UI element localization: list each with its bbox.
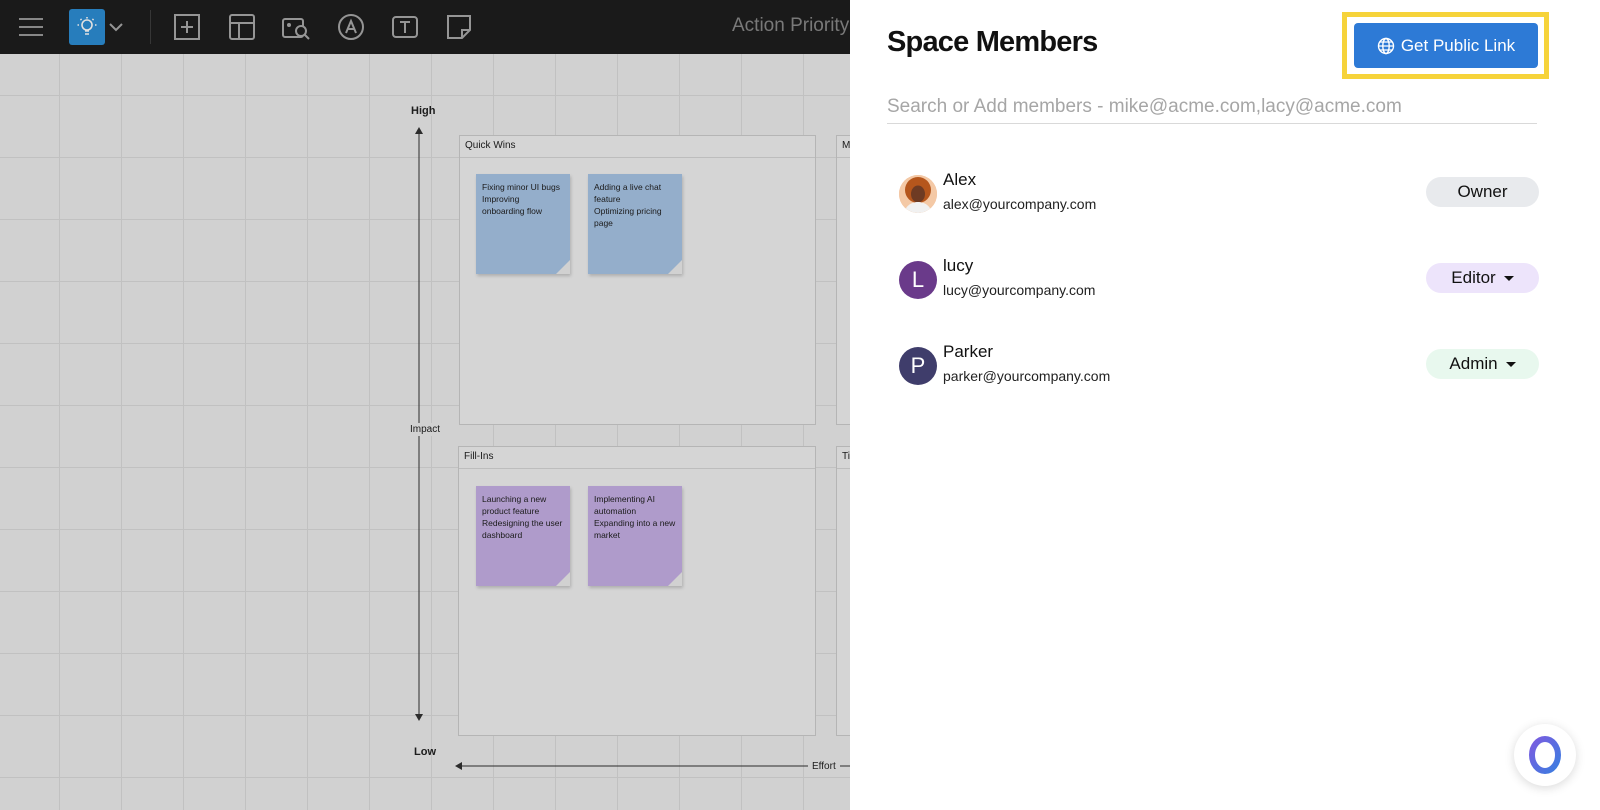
sticky-text: Launching a new xyxy=(482,494,547,504)
sticky-note[interactable]: Adding a live chat feature Optimizing pr… xyxy=(588,174,682,274)
frame-major-projects[interactable]: M xyxy=(836,135,850,425)
role-label: Owner xyxy=(1457,182,1508,201)
sticky-note[interactable]: Fixing minor UI bugs Improving onboardin… xyxy=(476,174,570,274)
sticky-note[interactable]: Launching a new product feature Redesign… xyxy=(476,486,570,586)
member-search-input[interactable] xyxy=(887,90,1537,124)
avatar-initial: P xyxy=(910,353,926,378)
text-icon[interactable] xyxy=(387,9,423,45)
frame-title: Fill-Ins xyxy=(459,447,815,469)
sticky-text: automation xyxy=(594,506,637,516)
sticky-fold xyxy=(556,260,570,274)
avatar: P xyxy=(899,347,937,385)
sticky-note-icon[interactable] xyxy=(441,9,477,45)
sticky-text: onboarding flow xyxy=(482,206,543,216)
menu-icon[interactable] xyxy=(13,9,49,45)
sticky-text: dashboard xyxy=(482,530,523,540)
whiteboard-canvas[interactable]: High Low Impact Effort Quick Wins M Fill… xyxy=(0,54,850,810)
lightbulb-icon[interactable] xyxy=(69,9,105,45)
get-public-link-label: Get Public Link xyxy=(1400,35,1516,55)
frame-title: M xyxy=(837,136,850,158)
space-members-panel: Space Members Get Public Link Alex alex@… xyxy=(850,0,1600,810)
member-email: alex@yourcompany.com xyxy=(943,196,1097,212)
axis-impact-label: Impact xyxy=(406,423,445,436)
chat-widget-button[interactable] xyxy=(1514,724,1576,786)
add-frame-icon[interactable] xyxy=(169,9,205,45)
get-public-link-button[interactable]: Get Public Link xyxy=(1354,23,1538,68)
effort-axis xyxy=(455,762,850,770)
sticky-text: Optimizing pricing xyxy=(594,206,662,216)
sticky-fold xyxy=(668,572,682,586)
sticky-text: Implementing AI xyxy=(594,494,655,504)
sticky-text: feature xyxy=(594,194,621,204)
frame-time-wasters[interactable]: Ti xyxy=(836,446,850,736)
sticky-text: Expanding into a new xyxy=(594,518,676,528)
template-icon[interactable] xyxy=(224,9,260,45)
avatar-initial: L xyxy=(911,267,925,292)
board-title[interactable]: Action Priority xyxy=(732,15,849,37)
member-name: lucy xyxy=(943,256,974,275)
sticky-text: market xyxy=(594,530,620,540)
avatar xyxy=(899,175,937,213)
member-name: Parker xyxy=(943,342,994,361)
chat-logo-icon xyxy=(1529,736,1561,774)
sticky-text: product feature xyxy=(482,506,540,516)
panel-title: Space Members xyxy=(887,26,1098,58)
role-label: Admin xyxy=(1449,354,1498,373)
sticky-text: page xyxy=(594,218,613,228)
avatar: L xyxy=(899,261,937,299)
sticky-note[interactable]: Implementing AI automation Expanding int… xyxy=(588,486,682,586)
canvas-toolbar: Action Priority xyxy=(0,0,850,54)
role-badge-owner: Owner xyxy=(1426,177,1539,207)
globe-icon xyxy=(1377,37,1395,54)
member-row: L lucy lucy@yourcompany.com Editor xyxy=(899,256,1539,306)
sticky-text: Adding a live chat xyxy=(594,182,662,192)
role-dropdown-admin[interactable]: Admin xyxy=(1426,349,1539,379)
axis-high-label: High xyxy=(411,105,436,117)
role-label: Editor xyxy=(1451,268,1496,287)
sticky-fold xyxy=(668,260,682,274)
sticky-fold xyxy=(556,572,570,586)
sticky-text: Fixing minor UI bugs xyxy=(482,182,560,192)
image-search-icon[interactable] xyxy=(278,9,314,45)
axis-effort-label: Effort xyxy=(808,760,840,773)
toolbar-divider xyxy=(150,10,151,44)
frame-title: Ti xyxy=(837,447,850,469)
member-row: Alex alex@yourcompany.com Owner xyxy=(899,170,1539,220)
chevron-down-icon[interactable] xyxy=(106,9,126,45)
member-row: P Parker parker@yourcompany.com Admin xyxy=(899,342,1539,392)
frame-title: Quick Wins xyxy=(460,136,815,158)
role-dropdown-editor[interactable]: Editor xyxy=(1426,263,1539,293)
caret-down-icon xyxy=(1503,275,1514,281)
axis-low-label: Low xyxy=(414,746,436,758)
sticky-text: Improving xyxy=(482,194,520,204)
member-email: parker@yourcompany.com xyxy=(943,368,1111,384)
pen-icon[interactable] xyxy=(333,9,369,45)
caret-down-icon xyxy=(1505,361,1516,367)
member-email: lucy@yourcompany.com xyxy=(943,282,1096,298)
sticky-text: Redesigning the user xyxy=(482,518,563,528)
member-name: Alex xyxy=(943,170,977,189)
